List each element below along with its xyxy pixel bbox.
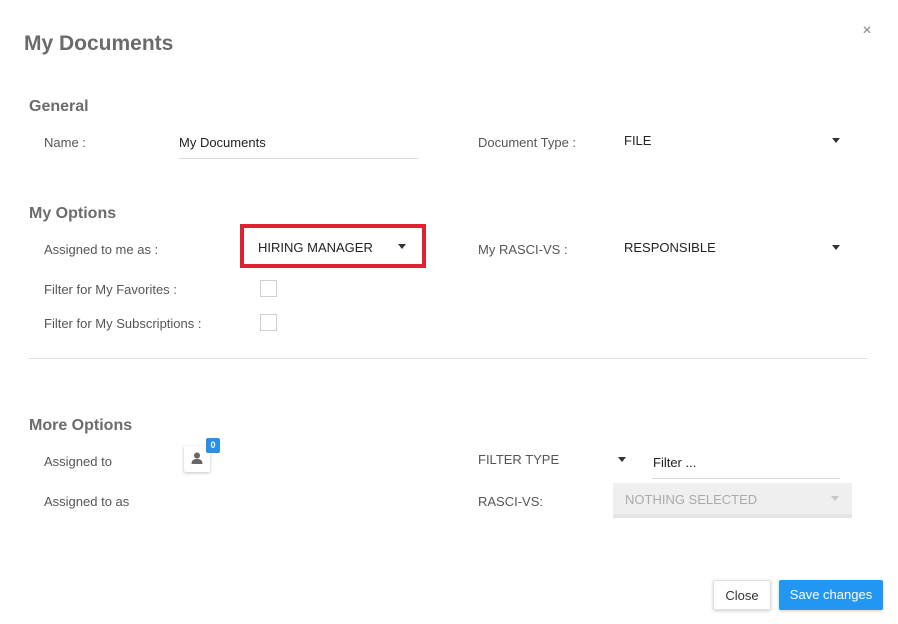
my-rasci-value: RESPONSIBLE xyxy=(624,240,716,255)
name-input[interactable]: My Documents xyxy=(178,127,418,159)
filter-type-select[interactable]: FILTER TYPE xyxy=(478,448,628,472)
caret-down-icon xyxy=(618,457,626,462)
caret-down-icon xyxy=(832,138,840,143)
name-label: Name : xyxy=(44,135,86,150)
rasci-vs-select[interactable]: NOTHING SELECTED xyxy=(613,483,852,518)
assigned-to-me-label: Assigned to me as : xyxy=(44,242,159,257)
filter-type-label: FILTER TYPE xyxy=(478,452,560,467)
my-rasci-select[interactable]: RESPONSIBLE xyxy=(624,234,844,260)
assigned-to-me-select[interactable]: HIRING MANAGER xyxy=(240,224,426,268)
assigned-count-badge: 0 xyxy=(206,438,220,453)
assigned-to-me-value: HIRING MANAGER xyxy=(258,240,373,255)
caret-down-icon xyxy=(832,245,840,250)
favorites-checkbox[interactable] xyxy=(260,280,277,297)
assigned-to-label: Assigned to xyxy=(44,454,112,469)
subscriptions-checkbox[interactable] xyxy=(260,314,277,331)
document-type-value: FILE xyxy=(624,133,652,148)
section-more-options-heading: More Options xyxy=(29,417,133,434)
user-icon xyxy=(191,452,203,464)
name-input-value: My Documents xyxy=(179,135,266,150)
rasci-vs-label: RASCI-VS: xyxy=(478,494,544,509)
subscriptions-filter-label: Filter for My Subscriptions : xyxy=(44,316,202,331)
close-icon[interactable]: × xyxy=(858,22,876,40)
caret-down-icon xyxy=(398,244,406,249)
save-changes-button[interactable]: Save changes xyxy=(779,580,883,610)
dialog-title: My Documents xyxy=(24,32,174,55)
section-divider xyxy=(28,358,868,359)
filter-input-value: Filter ... xyxy=(653,455,697,470)
section-general-heading: General xyxy=(29,98,89,115)
filter-input[interactable]: Filter ... xyxy=(652,446,840,479)
document-type-select[interactable]: FILE xyxy=(624,127,844,153)
close-button[interactable]: Close xyxy=(713,580,771,610)
rasci-vs-value: NOTHING SELECTED xyxy=(625,492,758,507)
assigned-to-as-label: Assigned to as xyxy=(44,494,130,509)
section-my-options-heading: My Options xyxy=(29,205,117,222)
caret-down-icon xyxy=(831,496,839,501)
favorites-filter-label: Filter for My Favorites : xyxy=(44,282,177,297)
my-rasci-label: My RASCI-VS : xyxy=(478,242,568,257)
document-type-label: Document Type : xyxy=(478,135,577,150)
